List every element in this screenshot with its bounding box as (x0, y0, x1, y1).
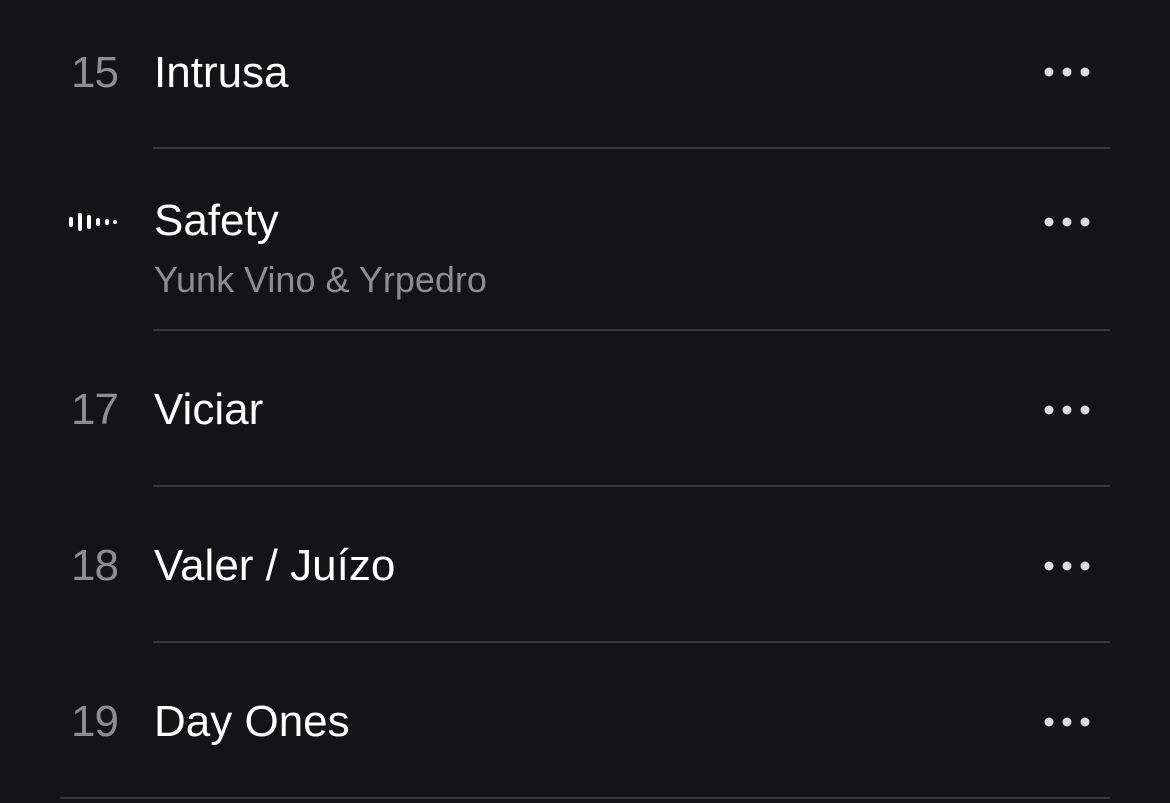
track-title: Viciar (154, 385, 264, 434)
track-list: 15 Intrusa Safety Yunk Vino & Yrpedro 17… (0, 0, 1170, 803)
more-options-button[interactable] (1036, 707, 1098, 737)
track-number: 15 (71, 48, 119, 97)
more-options-button[interactable] (1036, 57, 1098, 87)
track-row[interactable]: 18 Valer / Juízo (0, 487, 1170, 642)
divider (60, 797, 1110, 799)
track-row[interactable]: 17 Viciar (0, 331, 1170, 486)
track-number: 19 (71, 697, 119, 746)
track-artist: Yunk Vino & Yrpedro (154, 259, 487, 300)
ellipsis-icon (1044, 717, 1090, 727)
track-row[interactable]: 19 Day Ones (0, 643, 1170, 798)
more-options-button[interactable] (1036, 551, 1098, 581)
track-number: 18 (71, 541, 119, 590)
ellipsis-icon (1044, 217, 1090, 227)
track-title: Intrusa (154, 48, 289, 97)
more-options-button[interactable] (1036, 395, 1098, 425)
ellipsis-icon (1044, 561, 1090, 571)
track-title: Valer / Juízo (154, 541, 396, 590)
ellipsis-icon (1044, 405, 1090, 415)
track-row[interactable]: 15 Intrusa (0, 0, 1170, 148)
more-options-button[interactable] (1036, 207, 1098, 237)
now-playing-waveform-icon (68, 210, 118, 234)
track-number: 17 (71, 385, 119, 434)
track-title: Day Ones (154, 697, 350, 746)
track-row-now-playing[interactable]: Safety Yunk Vino & Yrpedro (0, 149, 1170, 330)
track-title: Safety (154, 196, 279, 245)
ellipsis-icon (1044, 67, 1090, 77)
